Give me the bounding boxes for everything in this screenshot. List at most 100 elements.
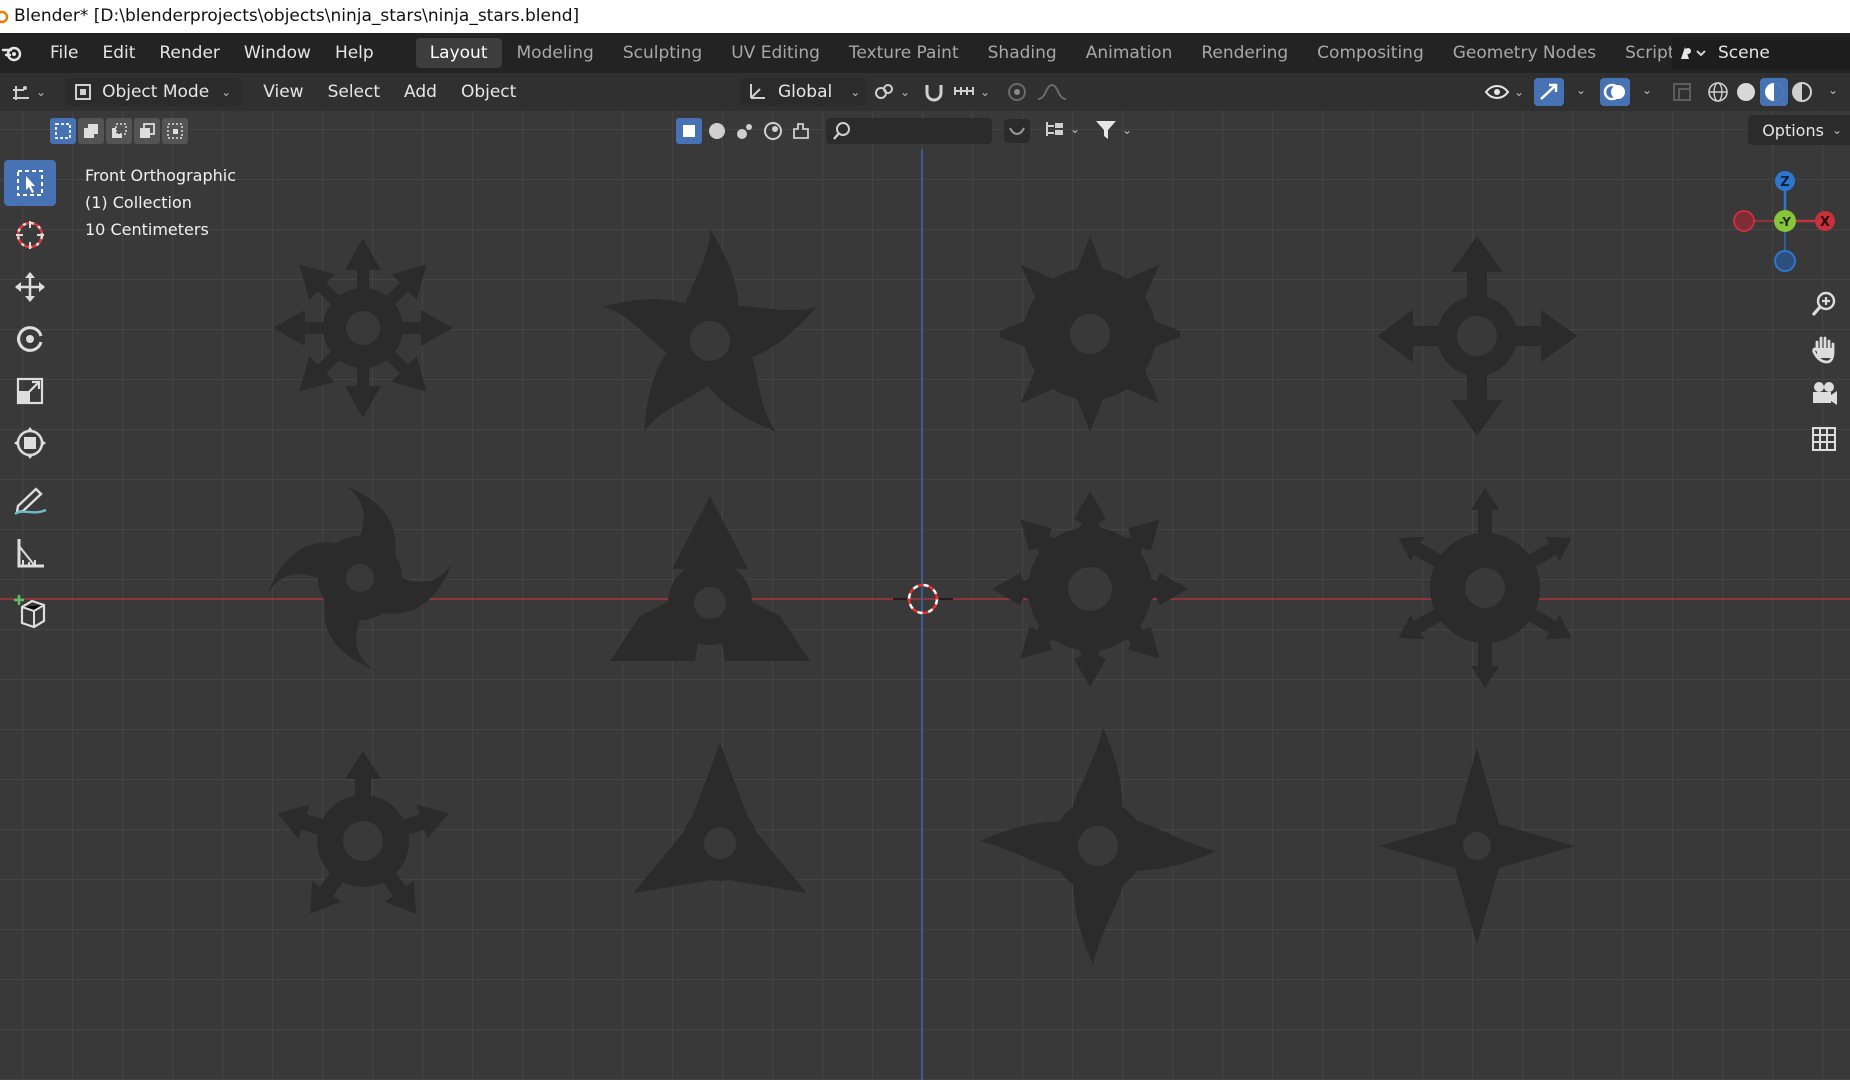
object-mode-icon [75, 84, 92, 100]
select-intersect-icon[interactable] [162, 118, 188, 144]
tab-shading[interactable]: Shading [974, 38, 1071, 68]
menu-edit[interactable]: Edit [90, 43, 147, 63]
blender-menu-icon[interactable] [0, 38, 28, 68]
chevron-down-icon: ⌄ [36, 85, 47, 99]
pivot-point-selector[interactable]: ⌄ [868, 78, 914, 106]
menu-file[interactable]: File [38, 43, 90, 63]
select-new-icon[interactable] [50, 118, 76, 144]
menu-view[interactable]: View [251, 82, 315, 102]
rendered-sphere-icon [1792, 82, 1812, 102]
restrict-toggle[interactable] [1004, 119, 1030, 143]
object-filter-icon[interactable] [788, 118, 814, 144]
options-dropdown[interactable]: Options ⌄ [1748, 115, 1850, 145]
gizmo-x-label: X [1820, 215, 1830, 230]
transform-tool[interactable] [4, 420, 56, 466]
gizmo-z-label: Z [1780, 175, 1789, 190]
ninja-star-8[interactable] [1385, 483, 1585, 693]
ruler-icon [17, 539, 44, 568]
scene-selector[interactable]: Scene [1672, 37, 1850, 69]
sort-selector[interactable]: ⌄ [1044, 119, 1080, 139]
shading-material-preview[interactable] [1760, 78, 1788, 106]
select-difference-icon[interactable] [134, 118, 160, 144]
ninja-star-6[interactable] [605, 491, 815, 691]
particles-filter-icon[interactable] [732, 118, 758, 144]
menu-render[interactable]: Render [147, 43, 232, 63]
scale-tool[interactable] [4, 368, 56, 414]
tab-layout[interactable]: Layout [415, 38, 502, 68]
cursor-tool[interactable] [4, 212, 56, 258]
scale-icon [16, 377, 44, 405]
select-subtract-icon[interactable] [106, 118, 132, 144]
tab-geometry-nodes[interactable]: Geometry Nodes [1439, 38, 1610, 68]
ninja-star-3[interactable] [1000, 234, 1180, 434]
menu-object[interactable]: Object [449, 82, 528, 102]
tab-uv-editing[interactable]: UV Editing [717, 38, 834, 68]
search-input[interactable] [826, 118, 992, 144]
ninja-star-12[interactable] [1377, 746, 1577, 946]
rotate-tool[interactable] [4, 316, 56, 362]
select-extend-icon[interactable] [78, 118, 104, 144]
move-arrows-icon [15, 272, 45, 302]
ninja-star-2[interactable] [595, 226, 825, 456]
world-filter-icon[interactable] [760, 118, 786, 144]
zoom-button[interactable] [1804, 284, 1844, 324]
menu-select[interactable]: Select [316, 82, 392, 102]
shading-solid[interactable] [1732, 78, 1760, 106]
shading-wireframe[interactable] [1704, 78, 1732, 106]
chevron-down-icon[interactable]: ⌄ [1828, 83, 1838, 97]
eye-icon [1484, 85, 1510, 99]
xray-toggle[interactable] [1668, 78, 1696, 106]
chevron-down-icon[interactable]: ⌄ [1642, 83, 1652, 97]
tab-compositing[interactable]: Compositing [1303, 38, 1438, 68]
navigation-buttons [1804, 284, 1844, 464]
overlays-toggle[interactable] [1600, 78, 1630, 106]
ninja-star-10[interactable] [615, 743, 825, 943]
tool-settings-row: ⌄ ⌄ [0, 111, 1850, 149]
chevron-down-icon[interactable]: ⌄ [1576, 83, 1586, 97]
filter-selector[interactable]: ⌄ [1094, 119, 1132, 141]
proportional-editing-toggle[interactable] [1002, 78, 1032, 106]
ninja-star-7[interactable] [990, 484, 1190, 694]
menu-add[interactable]: Add [392, 82, 449, 102]
measure-tool[interactable] [4, 530, 56, 576]
tab-animation[interactable]: Animation [1072, 38, 1187, 68]
pencil-icon [14, 487, 47, 516]
select-box-tool[interactable] [4, 160, 56, 206]
proportional-falloff-selector[interactable] [1032, 78, 1076, 106]
camera-view-button[interactable] [1804, 374, 1844, 414]
annotate-tool[interactable] [4, 478, 56, 524]
snap-increment-icon [954, 87, 974, 95]
gizmo-neg-z [1774, 250, 1796, 272]
snap-target-selector[interactable]: ⌄ [948, 78, 994, 106]
grid-scale: 10 Centimeters [85, 220, 209, 239]
add-cube-tool[interactable] [4, 588, 56, 634]
tab-sculpting[interactable]: Sculpting [609, 38, 716, 68]
mode-selector[interactable]: Object Mode ⌄ [66, 78, 242, 106]
menu-window[interactable]: Window [232, 43, 323, 63]
selection-mode-group [50, 118, 188, 144]
pan-button[interactable] [1804, 329, 1844, 369]
tool-shelf [0, 160, 60, 640]
3d-viewport[interactable] [0, 111, 1850, 1080]
move-tool[interactable] [4, 264, 56, 310]
tab-rendering[interactable]: Rendering [1187, 38, 1302, 68]
chevron-down-icon: ⌄ [1070, 122, 1081, 136]
visibility-selector[interactable]: ⌄ [1480, 78, 1528, 106]
gizmo-toggle[interactable] [1534, 78, 1564, 106]
snap-toggle[interactable] [918, 78, 950, 106]
ninja-star-9[interactable] [268, 741, 458, 941]
navigation-gizmo[interactable]: Z X -Y [1720, 160, 1840, 280]
ninja-star-1[interactable] [258, 223, 468, 433]
material-filter-icon[interactable] [704, 118, 730, 144]
editor-type-button[interactable]: ⌄ [4, 78, 52, 106]
shading-rendered[interactable] [1788, 78, 1816, 106]
menu-help[interactable]: Help [323, 43, 386, 63]
ninja-star-4[interactable] [1377, 231, 1577, 441]
perspective-toggle-button[interactable] [1804, 419, 1844, 459]
mesh-filter-icon[interactable] [676, 118, 702, 144]
tab-texture-paint[interactable]: Texture Paint [835, 38, 973, 68]
ninja-star-5[interactable] [265, 483, 455, 673]
tab-modeling[interactable]: Modeling [503, 38, 608, 68]
ninja-star-11[interactable] [978, 726, 1218, 966]
transform-orientation-selector[interactable]: Global ⌄ [740, 78, 867, 106]
